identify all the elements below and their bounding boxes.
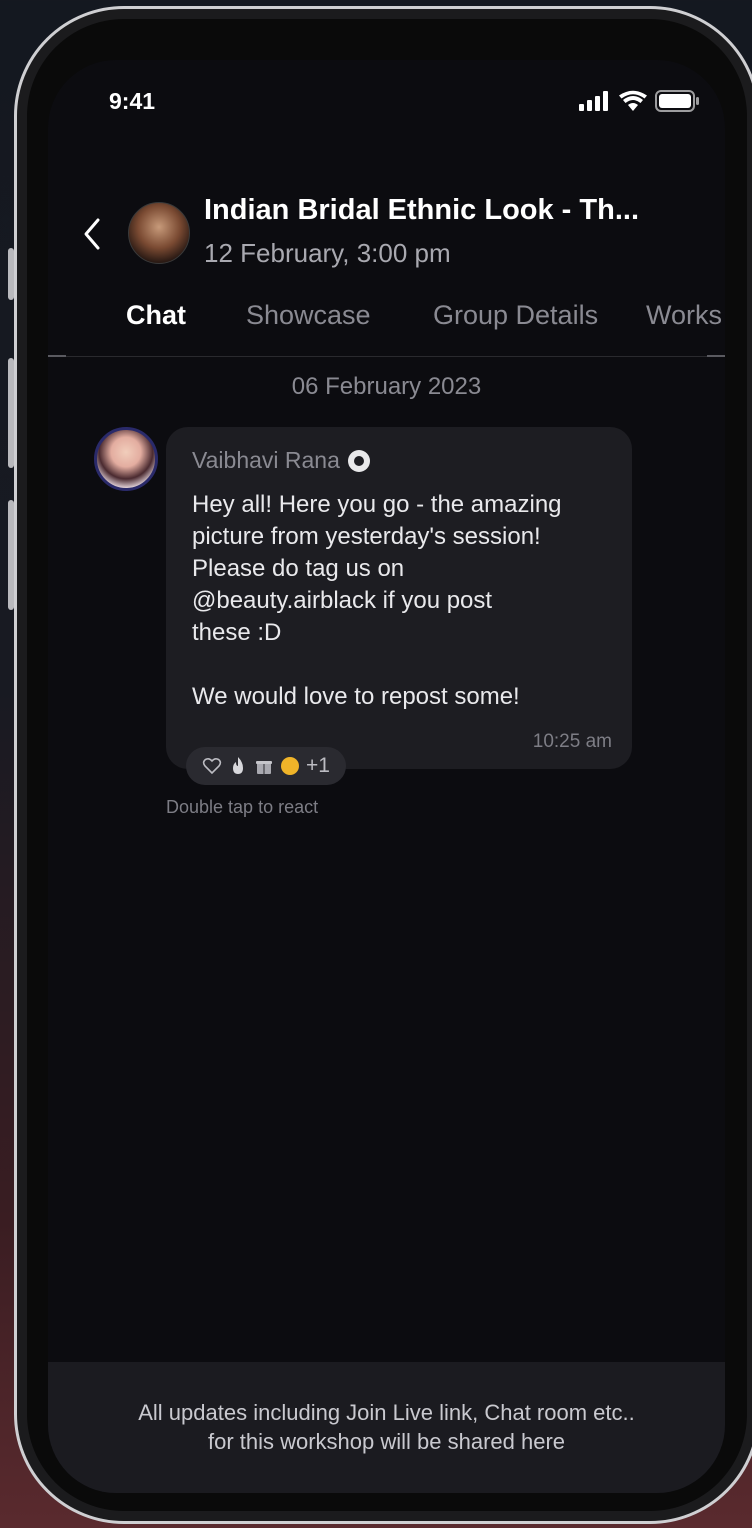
back-button[interactable]	[78, 214, 108, 254]
chat-area[interactable]: 06 February 2023 Vaibhavi Rana Hey all! …	[48, 357, 725, 1362]
tab-works[interactable]: Works	[646, 300, 722, 331]
verified-badge-icon	[347, 449, 370, 472]
cellular-signal-icon	[579, 91, 608, 111]
phone-screen: 9:41 Indian Bridal Ethnic Look - Th... 1…	[48, 60, 725, 1493]
tab-showcase[interactable]: Showcase	[246, 300, 371, 331]
chat-header: Indian Bridal Ethnic Look - Th... 12 Feb…	[48, 190, 725, 280]
workshop-updates-banner: All updates including Join Live link, Ch…	[48, 1362, 725, 1493]
date-separator: 06 February 2023	[291, 373, 482, 400]
message-time: 10:25 am	[532, 731, 612, 752]
group-title[interactable]: Indian Bridal Ethnic Look - Th...	[204, 194, 639, 227]
emoji-icon[interactable]	[280, 756, 300, 776]
banner-line-1: All updates including Join Live link, Ch…	[138, 1400, 635, 1425]
message-bubble[interactable]: Vaibhavi Rana Hey all! Here you go - the…	[166, 427, 632, 769]
group-avatar[interactable]	[128, 202, 190, 264]
sender-name: Vaibhavi Rana	[192, 447, 340, 473]
fire-icon[interactable]	[228, 756, 248, 776]
status-icons	[579, 90, 699, 112]
message-text: Hey all! Here you go - the amazing pictu…	[192, 491, 562, 710]
tab-chat[interactable]: Chat	[126, 300, 186, 331]
reaction-bar[interactable]: +1	[186, 747, 346, 785]
battery-icon	[655, 90, 699, 112]
status-bar: 9:41	[48, 60, 725, 150]
heart-icon[interactable]	[202, 756, 222, 776]
status-time: 9:41	[109, 88, 156, 114]
banner-line-2: for this workshop will be shared here	[207, 1429, 566, 1454]
sender-avatar[interactable]	[94, 427, 158, 491]
chevron-left-icon	[84, 218, 100, 250]
wifi-icon	[619, 90, 647, 111]
gift-icon[interactable]	[254, 756, 274, 776]
workshop-datetime: 12 February, 3:00 pm	[204, 238, 451, 268]
sender-name-row: Vaibhavi Rana	[192, 447, 370, 474]
tab-group-details[interactable]: Group Details	[433, 300, 598, 331]
double-tap-hint: Double tap to react	[166, 797, 319, 817]
reaction-count: +1	[306, 754, 330, 777]
tab-bar: Chat Showcase Group Details Works	[48, 296, 725, 357]
